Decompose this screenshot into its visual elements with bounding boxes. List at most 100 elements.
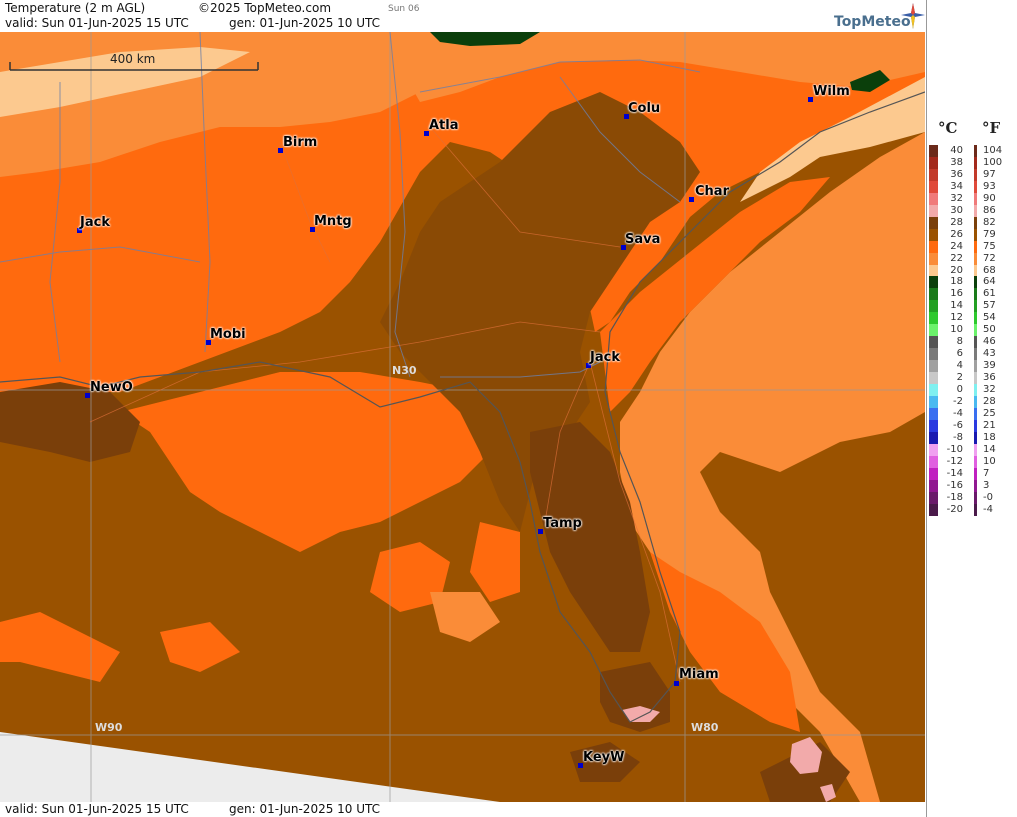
legend-celsius-value: 34: [950, 181, 963, 192]
legend-swatch-f: [974, 468, 977, 480]
legend-celsius-value: -4: [953, 408, 963, 419]
city-label: NewO: [90, 380, 133, 395]
legend-swatch-c: [929, 193, 938, 205]
legend-swatch-f: [974, 336, 977, 348]
legend-row: 32 90: [927, 193, 1017, 205]
legend-fahrenheit-value: 86: [983, 205, 996, 216]
scale-bar-label: 400 km: [110, 52, 156, 66]
legend-fahrenheit-value: 43: [983, 348, 996, 359]
footer-valid-time: valid: Sun 01-Jun-2025 15 UTC: [5, 802, 189, 816]
legend-swatch-c: [929, 145, 938, 157]
legend-row: 18 64: [927, 276, 1017, 288]
legend-row: -10 14: [927, 444, 1017, 456]
legend-fahrenheit-value: 93: [983, 181, 996, 192]
legend-swatch-c: [929, 372, 938, 384]
city-marker: [689, 197, 694, 202]
legend-fahrenheit-value: -4: [983, 504, 993, 515]
legend-swatch-c: [929, 456, 938, 468]
legend-fahrenheit-value: 28: [983, 396, 996, 407]
legend-celsius-value: 30: [950, 205, 963, 216]
legend-swatch-f: [974, 348, 977, 360]
legend-celsius-value: -6: [953, 420, 963, 431]
legend-celsius-value: 36: [950, 169, 963, 180]
legend-celsius-value: 32: [950, 193, 963, 204]
legend-celsius-value: -14: [946, 468, 963, 479]
legend-swatch-c: [929, 432, 938, 444]
legend-celsius-value: 8: [956, 336, 963, 347]
legend-swatch-c: [929, 444, 938, 456]
legend-row: 8 46: [927, 336, 1017, 348]
legend-fahrenheit-value: 50: [983, 324, 996, 335]
legend-swatch-c: [929, 348, 938, 360]
legend-fahrenheit-value: 104: [983, 145, 1003, 156]
longitude-label-w80: W80: [691, 721, 719, 734]
city-label: Miam: [679, 667, 719, 682]
legend-swatch-c: [929, 241, 938, 253]
legend-swatch-f: [974, 396, 977, 408]
legend-fahrenheit-value: 14: [983, 444, 996, 455]
legend-swatch-c: [929, 408, 938, 420]
legend-swatch-f: [974, 324, 977, 336]
legend-swatch-c: [929, 288, 938, 300]
legend-swatch-c: [929, 229, 938, 241]
legend-swatch-f: [974, 169, 977, 181]
legend-swatch-c: [929, 205, 938, 217]
legend-celsius-value: 12: [950, 312, 963, 323]
legend-swatch-f: [974, 241, 977, 253]
legend-fahrenheit-value: 10: [983, 456, 996, 467]
city-label: Colu: [628, 101, 661, 116]
legend-celsius-value: 38: [950, 157, 963, 168]
legend-fahrenheit-value: 100: [983, 157, 1003, 168]
legend-swatch-f: [974, 157, 977, 169]
temperature-map[interactable]: [0, 32, 925, 802]
legend-swatch-c: [929, 300, 938, 312]
legend-row: 34 93: [927, 181, 1017, 193]
legend-row: 40 104: [927, 145, 1017, 157]
legend-fahrenheit-value: 39: [983, 360, 996, 371]
legend-fahrenheit-value: -0: [983, 492, 993, 503]
generation-time: gen: 01-Jun-2025 10 UTC: [229, 16, 381, 30]
legend-swatch-f: [974, 312, 977, 324]
city-label: Tamp: [543, 516, 582, 531]
valid-time: valid: Sun 01-Jun-2025 15 UTC: [5, 16, 189, 30]
legend-swatch-c: [929, 336, 938, 348]
legend-swatch-f: [974, 504, 977, 516]
legend-row: -6 21: [927, 420, 1017, 432]
legend-fahrenheit-value: 90: [983, 193, 996, 204]
legend-swatch-c: [929, 181, 938, 193]
legend-swatch-f: [974, 300, 977, 312]
legend-row: 30 86: [927, 205, 1017, 217]
city-label: Birm: [283, 135, 318, 150]
legend-row: -8 18: [927, 432, 1017, 444]
legend-fahrenheit-value: 61: [983, 288, 996, 299]
legend-celsius-value: 14: [950, 300, 963, 311]
city-label: Jack: [80, 215, 110, 230]
legend-celsius-value: 4: [956, 360, 963, 371]
legend-celsius-value: -8: [953, 432, 963, 443]
legend-fahrenheit-value: 32: [983, 384, 996, 395]
copyright-text: ©2025 TopMeteo.com: [198, 1, 332, 15]
legend-celsius-value: -18: [946, 492, 963, 503]
legend-swatch-c: [929, 504, 938, 516]
legend-swatch-c: [929, 384, 938, 396]
legend-swatch-f: [974, 145, 977, 157]
legend-row: 36 97: [927, 169, 1017, 181]
legend-celsius-value: 26: [950, 229, 963, 240]
legend-swatch-c: [929, 157, 938, 169]
legend-swatch-f: [974, 205, 977, 217]
legend-celsius-value: 0: [956, 384, 963, 395]
legend-swatch-c: [929, 420, 938, 432]
legend-row: -16 3: [927, 480, 1017, 492]
legend-swatch-f: [974, 229, 977, 241]
legend-row: 28 82: [927, 217, 1017, 229]
legend-fahrenheit-value: 97: [983, 169, 996, 180]
map-header: Temperature (2 m AGL) ©2025 TopMeteo.com…: [0, 0, 925, 32]
legend-row: -12 10: [927, 456, 1017, 468]
legend-swatch-f: [974, 480, 977, 492]
legend-row: -2 28: [927, 396, 1017, 408]
legend-swatch-c: [929, 217, 938, 229]
legend-row: 26 79: [927, 229, 1017, 241]
legend-swatch-c: [929, 360, 938, 372]
legend-celsius-value: -20: [946, 504, 963, 515]
legend-row: 16 61: [927, 288, 1017, 300]
